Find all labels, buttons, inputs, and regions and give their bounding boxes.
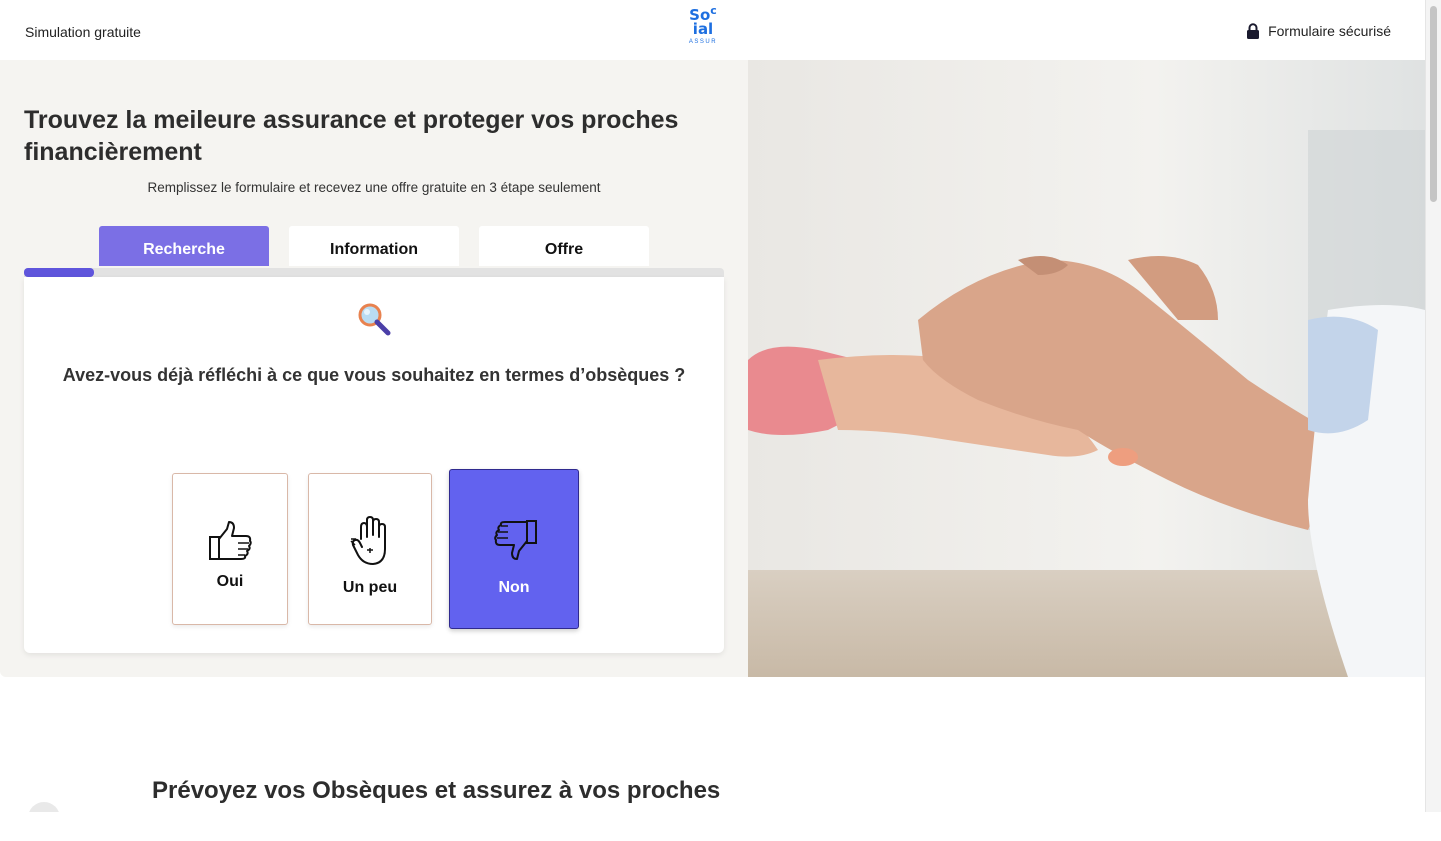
secure-form-label: Formulaire sécurisé [1268,23,1391,39]
tab-information[interactable]: Information [289,226,459,266]
logo-text-line2: ial [692,20,714,38]
hero-section: Trouvez la meileure assurance et protege… [0,60,1425,677]
social-assur-logo[interactable]: Soc ial ASSUR [686,4,720,48]
question-text: Avez-vous déjà réfléchi à ce que vous so… [62,365,686,385]
thumbs-up-icon [209,521,252,560]
hero-form-panel: Trouvez la meileure assurance et protege… [0,60,748,677]
option-un-peu-label: Un peu [342,579,398,596]
option-un-peu[interactable]: Un peu [308,473,432,625]
progress-fill [24,268,94,277]
search-icon [358,303,391,336]
thumbs-down-icon [494,520,537,560]
progress-bar [24,268,724,277]
tab-recherche[interactable]: Recherche [99,226,269,266]
scrollbar-thumb[interactable] [1430,6,1437,202]
option-oui[interactable]: Oui [172,473,288,625]
option-non-label: Non [498,579,530,596]
question-card: Avez-vous déjà réfléchi à ce que vous so… [24,277,724,653]
simulation-label: Simulation gratuite [25,24,141,40]
tab-offre[interactable]: Offre [479,226,649,266]
logo-subtext: ASSUR [688,39,718,45]
section-title: Prévoyez vos Obsèques et assurez à vos p… [152,777,721,804]
hero-photo-holding-hands [748,60,1425,677]
page-title: Trouvez la meileure assurance et protege… [24,106,679,166]
hands-illustration [748,60,1425,677]
page-scrollbar[interactable] [1425,0,1441,812]
option-non[interactable]: Non [449,469,579,629]
top-bar: Simulation gratuite Soc ial ASSUR Formul… [0,0,1425,60]
lock-icon [1247,23,1260,39]
page-subtitle: Remplissez le formulaire et recevez une … [147,180,601,195]
secure-form-indicator: Formulaire sécurisé [1246,23,1391,39]
hand-wave-icon [350,516,386,565]
option-oui-label: Oui [216,573,244,590]
bottom-strip [0,812,1441,841]
